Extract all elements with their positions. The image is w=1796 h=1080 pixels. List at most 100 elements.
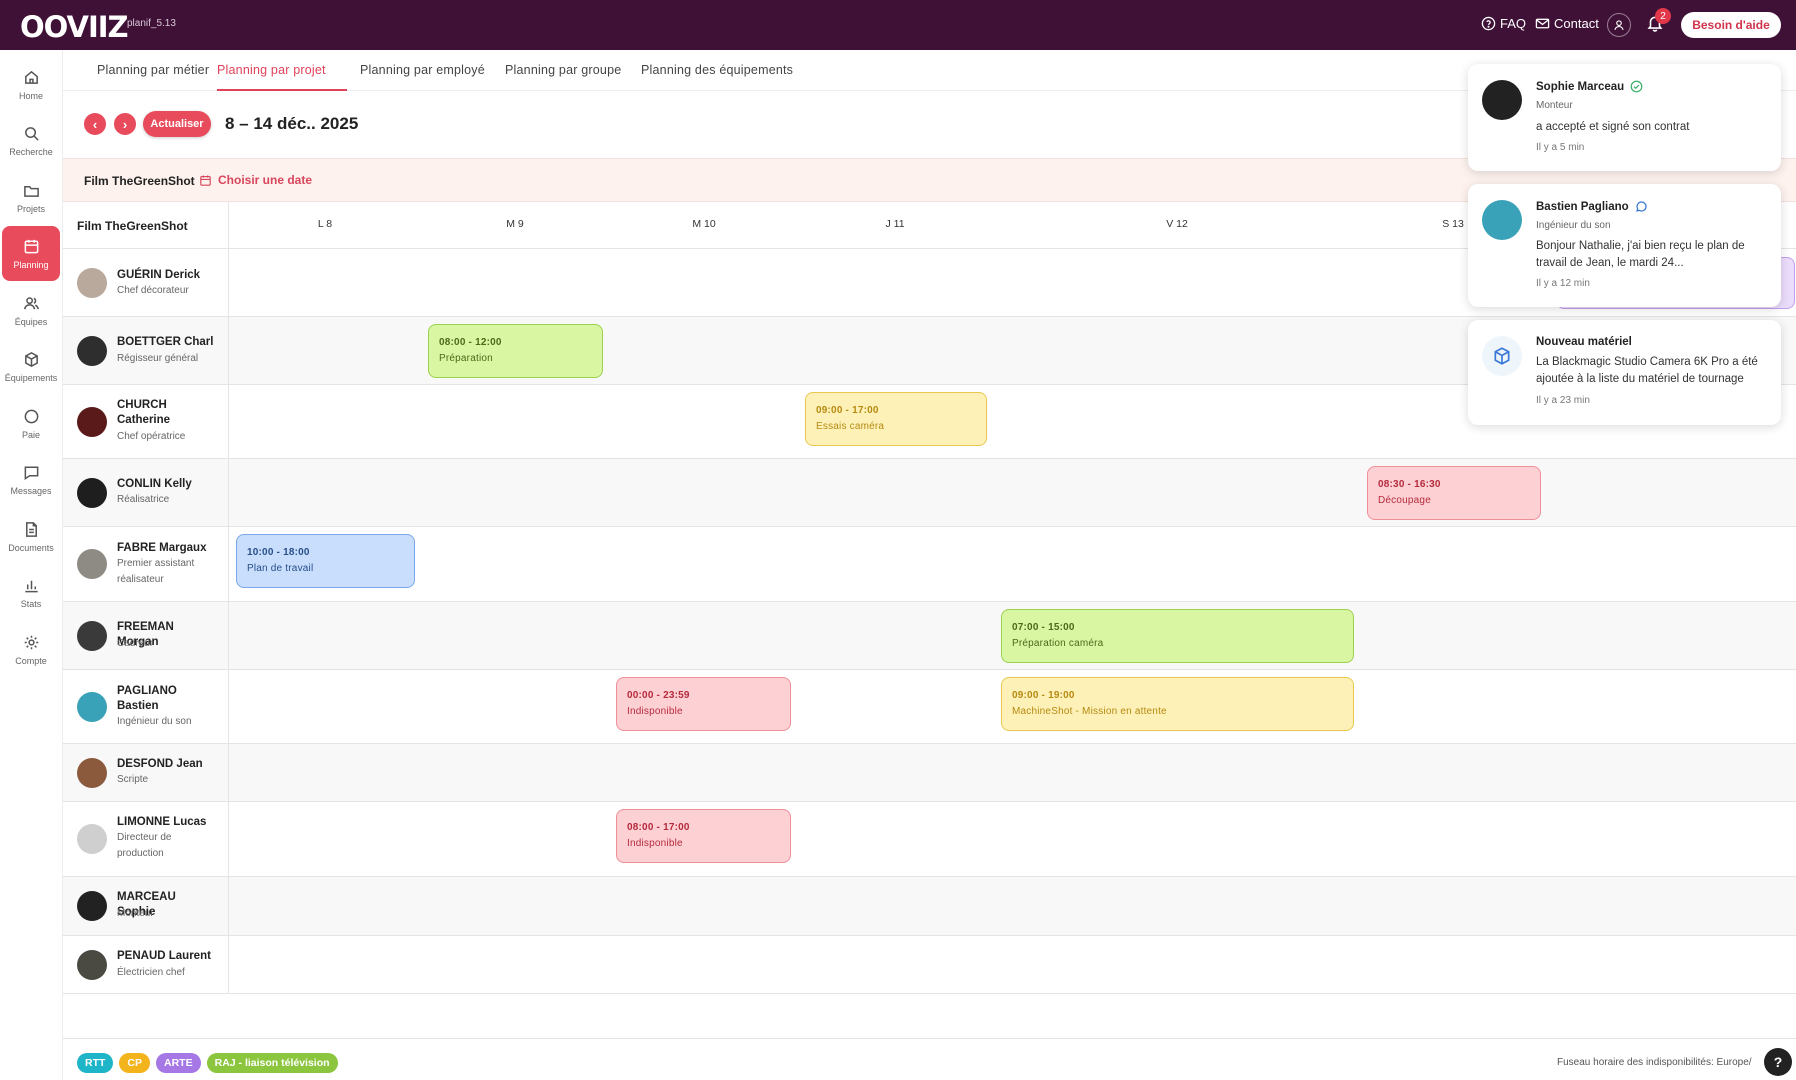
event-time: 09:00 - 19:00 [1012, 690, 1075, 701]
event-block[interactable]: 10:00 - 18:00 Plan de travail [236, 534, 415, 588]
nav-label: Stats [20, 598, 42, 609]
help-button[interactable]: Besoin d'aide [1681, 12, 1781, 38]
nav-label: Recherche [9, 146, 53, 157]
nav-documents[interactable]: Documents [2, 509, 60, 564]
notification-card[interactable]: Nouveau matériel La Blackmagic Studio Ca… [1468, 320, 1781, 425]
notification-card[interactable]: Sophie Marceau Monteur a accepté et sign… [1468, 64, 1781, 171]
event-label: MachineShot - Mission en attente [1012, 706, 1167, 717]
notification-time: Il y a 23 min [1536, 395, 1590, 406]
avatar [77, 268, 107, 298]
nav-search[interactable]: Recherche [2, 113, 60, 168]
nav-planning[interactable]: Planning [2, 226, 60, 281]
event-label: Indisponible [627, 838, 683, 849]
nav-label: Compte [15, 655, 47, 666]
notification-count-badge: 2 [1655, 8, 1671, 24]
avatar [77, 950, 107, 980]
employee-name[interactable]: DESFOND Jean [117, 757, 217, 772]
day-header: L 8 [317, 218, 333, 230]
employee-name[interactable]: GUÉRIN Derick [117, 268, 217, 283]
tab-by-project[interactable]: Planning par projet [217, 50, 347, 91]
tab-by-group[interactable]: Planning par groupe [505, 50, 621, 91]
chart-icon [24, 580, 38, 592]
avatar [77, 824, 107, 854]
tab-equipment[interactable]: Planning des équipements [641, 50, 793, 91]
tab-by-employee[interactable]: Planning par employé [360, 50, 485, 91]
nav-label: Équipes [14, 316, 48, 327]
employee-name[interactable]: PAGLIANO Bastien [117, 684, 217, 714]
notification-time: Il y a 12 min [1536, 278, 1590, 289]
day-header: M 10 [692, 218, 716, 230]
employee-role: Ingénieur du son [117, 716, 192, 727]
employee-name[interactable]: CHURCH Catherine [117, 398, 217, 428]
employee-role: Premier assistant réalisateur [117, 558, 195, 585]
faq-link[interactable]: FAQ [1481, 16, 1526, 31]
employee-name[interactable]: CONLIN Kelly [117, 477, 217, 492]
footer-divider [63, 1038, 1796, 1039]
notification-body: La Blackmagic Studio Camera 6K Pro a été… [1536, 356, 1758, 385]
event-block[interactable]: 08:00 - 17:00 Indisponible [616, 809, 791, 863]
event-time: 07:00 - 15:00 [1012, 622, 1075, 633]
box-icon [1494, 347, 1510, 365]
event-label: Plan de travail [247, 563, 314, 574]
employee-role: Réalisatrice [117, 494, 170, 505]
legend: RTT CP ARTE RAJ - liaison télévision [77, 1053, 338, 1073]
employee-name[interactable]: LIMONNE Lucas [117, 815, 217, 830]
app-logo[interactable]: OOVIIZ [20, 10, 129, 44]
event-block[interactable]: 09:00 - 19:00 MachineShot - Mission en a… [1001, 677, 1354, 731]
nav-equipment[interactable]: Équipements [2, 339, 60, 394]
nav-projects[interactable]: Projets [2, 170, 60, 225]
event-time: 08:00 - 17:00 [627, 822, 690, 833]
folder-icon [23, 185, 39, 197]
contact-link[interactable]: Contact [1535, 16, 1599, 31]
event-block[interactable]: 08:00 - 12:00 Préparation [428, 324, 603, 378]
event-block[interactable]: 09:00 - 17:00 Essais caméra [805, 392, 987, 446]
nav-label: Documents [8, 542, 54, 553]
nav-pay[interactable]: Paie [2, 396, 60, 451]
nav-account[interactable]: Compte [2, 622, 60, 677]
avatar [77, 758, 107, 788]
notification-title-text: Nouveau matériel [1536, 336, 1632, 348]
notification-body: Bonjour Nathalie, j'ai bien reçu le plan… [1536, 240, 1745, 269]
help-chat-button[interactable]: ? [1764, 1048, 1792, 1076]
equipment-avatar [1482, 336, 1522, 376]
event-block[interactable]: 00:00 - 23:59 Indisponible [616, 677, 791, 731]
avatar [77, 891, 107, 921]
refresh-button[interactable]: Actualiser [143, 111, 211, 137]
nav-label: Messages [10, 485, 52, 496]
employee-name[interactable]: BOETTGER Charl [117, 335, 217, 350]
next-week-button[interactable]: › [114, 113, 136, 135]
employee-name[interactable]: FABRE Margaux [117, 541, 217, 556]
employee-role: Chef opératrice [117, 431, 186, 442]
users-icon [23, 296, 39, 309]
notification-body: a accepté et signé son contrat [1536, 121, 1690, 133]
avatar [77, 621, 107, 651]
choose-date-button[interactable]: Choisir une date [199, 173, 312, 187]
nav-teams[interactable]: Équipes [2, 283, 60, 338]
tab-by-trade[interactable]: Planning par métier [97, 50, 209, 91]
nav-home[interactable]: Home [2, 57, 60, 112]
sidebar: Home Recherche Projets Planning Équipes … [0, 50, 63, 1080]
column-separator [228, 202, 229, 994]
nav-label: Projets [16, 203, 45, 214]
mail-icon [1535, 18, 1550, 29]
search-icon [24, 126, 39, 141]
event-block[interactable]: 08:30 - 16:30 Découpage [1367, 466, 1541, 520]
notification-title-text: Sophie Marceau [1536, 80, 1625, 93]
employee-role: Régisseur général [117, 353, 199, 364]
notification-card[interactable]: Bastien Pagliano Ingénieur du son Bonjou… [1468, 184, 1781, 307]
date-range: 8 – 14 déc.. 2025 [225, 114, 359, 133]
nav-messages[interactable]: Messages [2, 452, 60, 507]
employee-name[interactable]: PENAUD Laurent [117, 949, 217, 964]
legend-chip-arte: ARTE [156, 1053, 201, 1073]
nav-stats[interactable]: Stats [2, 565, 60, 620]
event-block[interactable]: 07:00 - 15:00 Préparation caméra [1001, 609, 1354, 663]
employee-row: LIMONNE Lucas Directeur de production [63, 802, 1796, 877]
event-label: Découpage [1378, 495, 1431, 506]
previous-week-button[interactable]: ‹ [84, 113, 106, 135]
day-header: M 9 [506, 218, 524, 230]
avatar [77, 407, 107, 437]
calendar-icon [200, 174, 211, 186]
user-account-button[interactable] [1607, 13, 1631, 37]
user-icon [1614, 20, 1624, 31]
avatar [1482, 200, 1522, 240]
